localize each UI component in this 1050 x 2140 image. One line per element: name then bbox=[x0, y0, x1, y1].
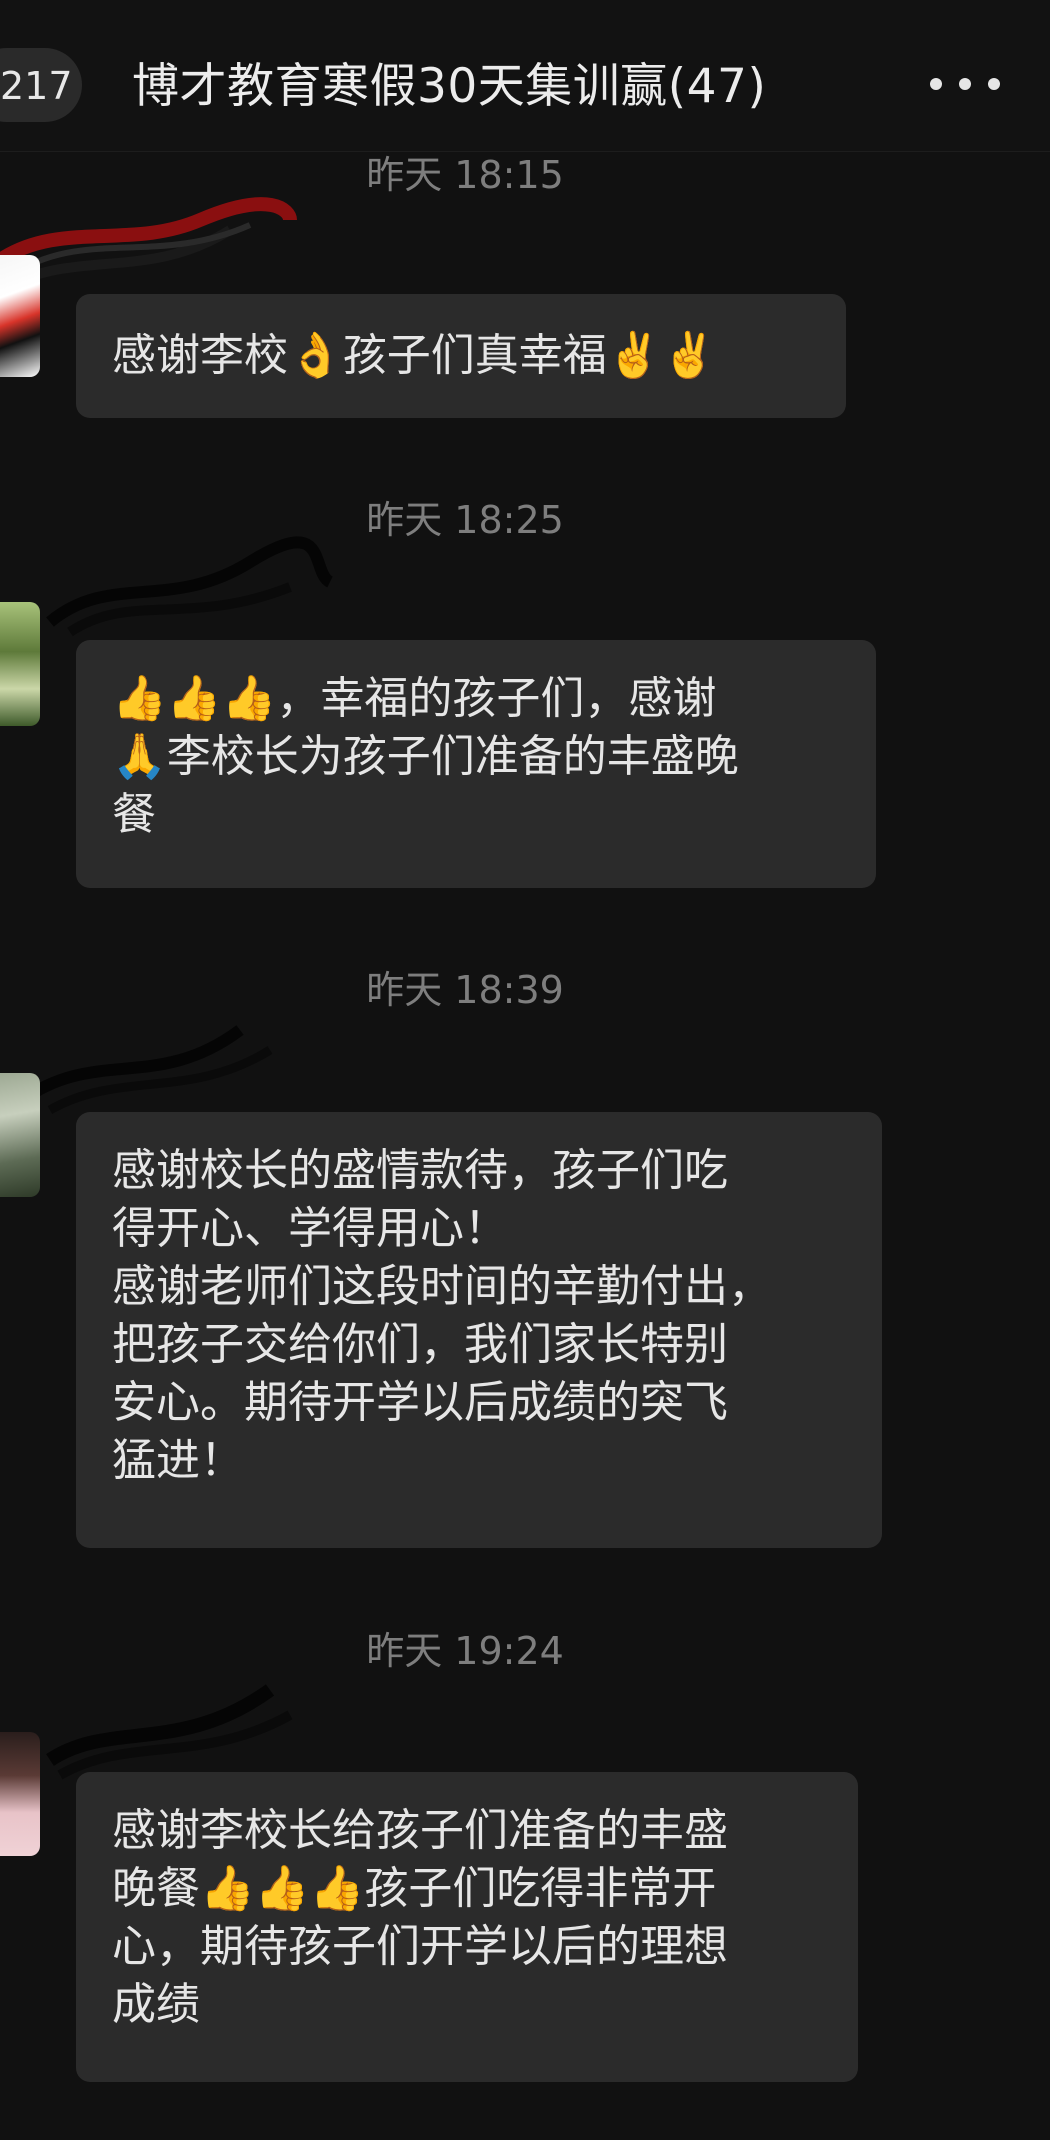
avatar[interactable] bbox=[0, 602, 40, 726]
chat-header: 217 博才教育寒假30天集训赢(47) bbox=[0, 0, 1050, 152]
message-text: 猛进！ bbox=[112, 1435, 244, 1486]
dot-icon bbox=[959, 78, 971, 90]
redacted-sender-name bbox=[46, 536, 334, 637]
message-text: 晚餐👍👍👍孩子们吃得非常开 bbox=[112, 1863, 717, 1914]
message-timestamp: 昨天 19:24 bbox=[366, 1629, 564, 1673]
message-bubble[interactable]: 感谢李校长给孩子们准备的丰盛 晚餐👍👍👍孩子们吃得非常开 心，期待孩子们开学以后… bbox=[76, 1772, 858, 2082]
chat-title: 博才教育寒假30天集训赢(47) bbox=[132, 59, 767, 114]
message-text: 感谢校长的盛情款待，孩子们吃 bbox=[112, 1145, 728, 1196]
dot-icon bbox=[988, 78, 1000, 90]
redacted-sender-name bbox=[26, 1025, 273, 1114]
avatar[interactable] bbox=[0, 255, 40, 377]
message-text: 🙏李校长为孩子们准备的丰盛晚 bbox=[112, 731, 739, 782]
message-text: 感谢李校👌孩子们真幸福✌️✌️ bbox=[112, 330, 717, 381]
avatar[interactable] bbox=[0, 1732, 40, 1856]
redacted-sender-name bbox=[46, 1684, 293, 1780]
chat-screen: 217 博才教育寒假30天集训赢(47) 昨天 18:15 感谢李校👌孩子们真幸… bbox=[0, 0, 1050, 2140]
more-options-icon[interactable] bbox=[930, 62, 1000, 106]
message-text: 感谢李校长给孩子们准备的丰盛 bbox=[112, 1805, 728, 1856]
message-text: 👍👍👍，幸福的孩子们，感谢 bbox=[112, 673, 717, 724]
message-text: 心，期待孩子们开学以后的理想 bbox=[112, 1921, 728, 1972]
message-timestamp: 昨天 18:25 bbox=[366, 498, 564, 542]
message-timestamp: 昨天 18:39 bbox=[366, 968, 564, 1012]
dot-icon bbox=[930, 78, 942, 90]
message-timestamp: 昨天 18:15 bbox=[366, 153, 564, 197]
message-bubble[interactable]: 感谢李校👌孩子们真幸福✌️✌️ bbox=[76, 294, 846, 418]
message-bubble[interactable]: 👍👍👍，幸福的孩子们，感谢 🙏李校长为孩子们准备的丰盛晚 餐 bbox=[76, 640, 876, 888]
message-bubble[interactable]: 感谢校长的盛情款待，孩子们吃 得开心、学得用心！ 感谢老师们这段时间的辛勤付出，… bbox=[76, 1112, 882, 1548]
message-text: 安心。期待开学以后成绩的突飞 bbox=[112, 1377, 728, 1428]
message-text: 感谢老师们这段时间的辛勤付出， bbox=[112, 1261, 772, 1312]
message-text: 成绩 bbox=[112, 1979, 200, 2030]
message-text: 得开心、学得用心！ bbox=[112, 1203, 508, 1254]
message-text: 餐 bbox=[112, 789, 156, 840]
avatar[interactable] bbox=[0, 1073, 40, 1197]
redacted-sender-name bbox=[0, 197, 297, 290]
message-text: 把孩子交给你们，我们家长特别 bbox=[112, 1319, 728, 1370]
unread-count[interactable]: 217 bbox=[0, 64, 73, 108]
